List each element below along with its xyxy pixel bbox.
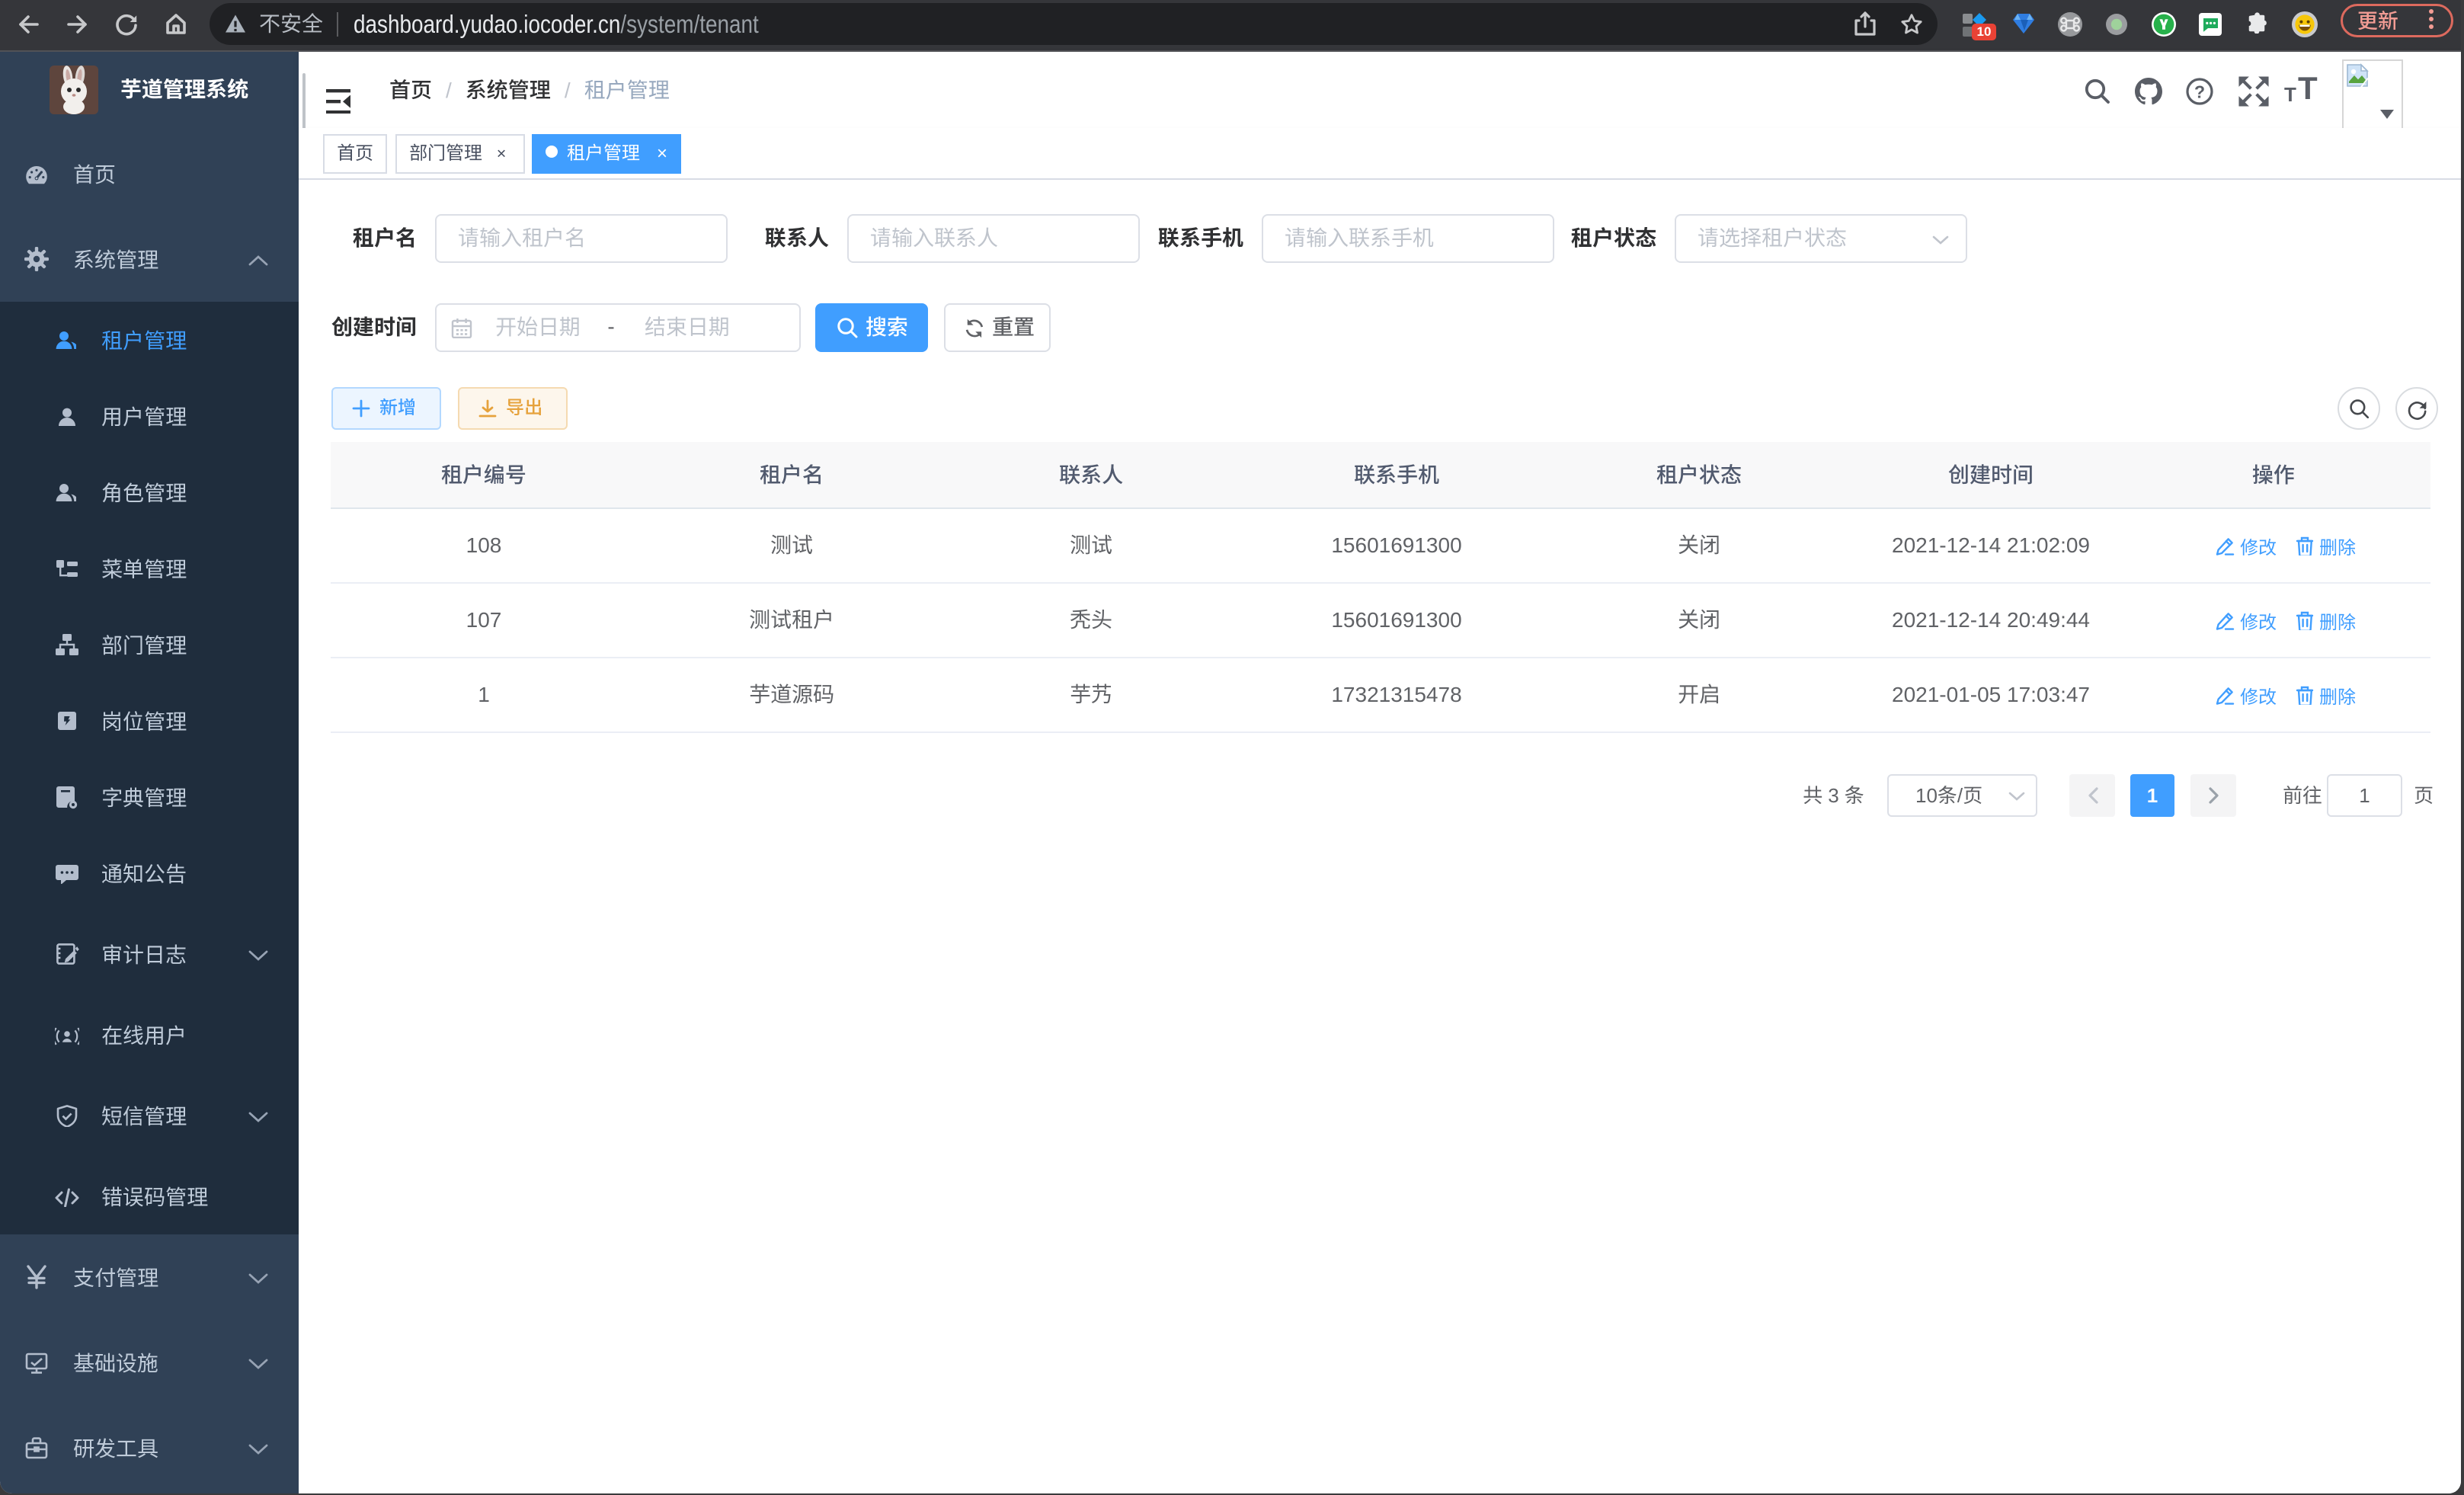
svg-text:?: ? xyxy=(2194,82,2205,101)
